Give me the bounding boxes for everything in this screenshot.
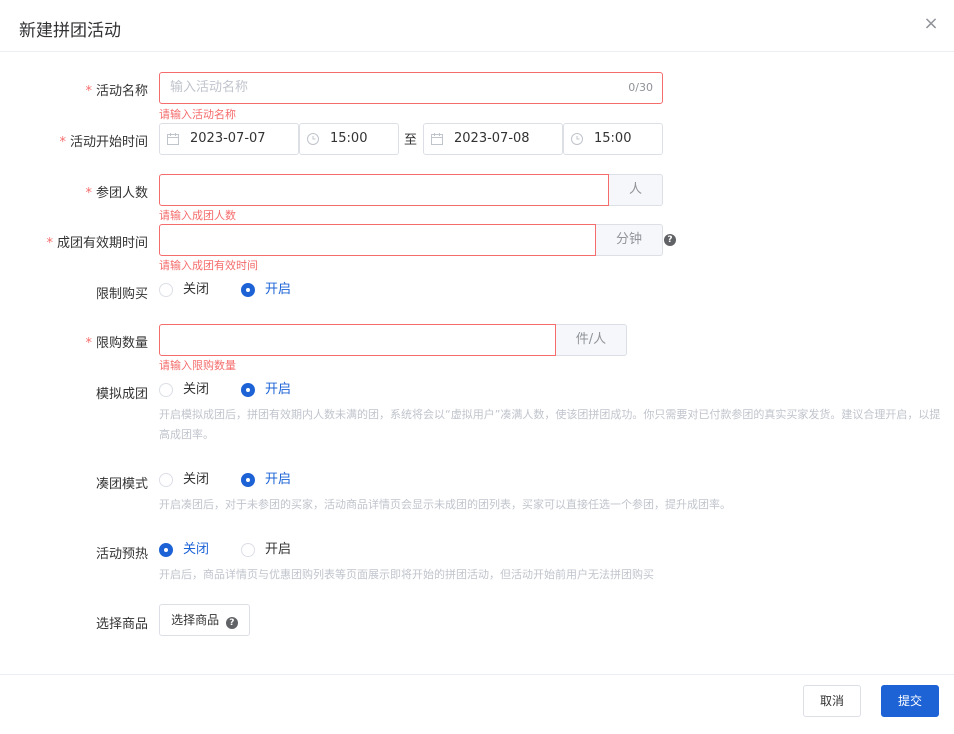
range-separator: 至 (404, 133, 418, 148)
group-size-unit: 人 (609, 174, 663, 206)
group-size-label: * 参团人数 (85, 186, 148, 201)
help-icon[interactable]: ? (664, 234, 676, 246)
clock-icon (571, 133, 583, 145)
product-label: 选择商品 (95, 617, 148, 632)
name-error: 请输入活动名称 (159, 108, 236, 121)
limit-qty-unit: 件/人 (556, 324, 627, 356)
calendar-icon (431, 133, 443, 145)
submit-button[interactable]: 提交 (881, 685, 939, 717)
start-date-picker[interactable]: 2023-07-07 (159, 123, 299, 155)
group-size-error: 请输入成团人数 (159, 209, 236, 222)
preheat-label: 活动预热 (95, 547, 148, 562)
gather-label: 凑团模式 (95, 477, 148, 492)
dialog-footer: 取消 提交 (0, 674, 954, 734)
group-size-input[interactable] (159, 174, 609, 206)
calendar-icon (167, 133, 179, 145)
limit-qty-label: * 限购数量 (85, 336, 148, 351)
start-time-picker[interactable]: 15:00 (299, 123, 399, 155)
simulate-label: 模拟成团 (95, 387, 148, 402)
end-date-picker[interactable]: 2023-07-08 (423, 123, 563, 155)
purchase-limit-label: 限制购买 (95, 287, 148, 302)
gather-help-text: 开启凑团后，对于未参团的买家，活动商品详情页会显示未成团的团列表，买家可以直接任… (159, 498, 731, 511)
name-input[interactable]: 输入活动名称 0/30 (159, 72, 663, 104)
preheat-help-text: 开启后，商品详情页与优惠团购列表等页面展示即将开始的拼团活动，但活动开始前用户无… (159, 568, 654, 581)
cancel-button[interactable]: 取消 (803, 685, 861, 717)
dialog-header: 新建拼团活动 × (0, 0, 954, 52)
dialog-title: 新建拼团活动 (19, 21, 121, 41)
limit-qty-error: 请输入限购数量 (159, 359, 236, 372)
validity-error: 请输入成团有效时间 (159, 259, 258, 272)
validity-unit: 分钟 (596, 224, 663, 256)
name-label: * 活动名称 (85, 84, 148, 99)
end-time-picker[interactable]: 15:00 (563, 123, 663, 155)
close-icon[interactable]: × (922, 15, 940, 33)
help-icon[interactable]: ? (225, 617, 238, 629)
start-time-label: * 活动开始时间 (59, 135, 148, 150)
simulate-help-text: 开启模拟成团后，拼团有效期内人数未满的团，系统将会以“虚拟用户”凑满人数，使该团… (159, 408, 941, 441)
name-counter: 0/30 (628, 81, 653, 94)
limit-qty-input[interactable] (159, 324, 556, 356)
select-product-button[interactable]: 选择商品 ? (159, 604, 250, 636)
validity-label: * 成团有效期时间 (46, 236, 148, 251)
validity-input[interactable] (159, 224, 596, 256)
clock-icon (307, 133, 319, 145)
